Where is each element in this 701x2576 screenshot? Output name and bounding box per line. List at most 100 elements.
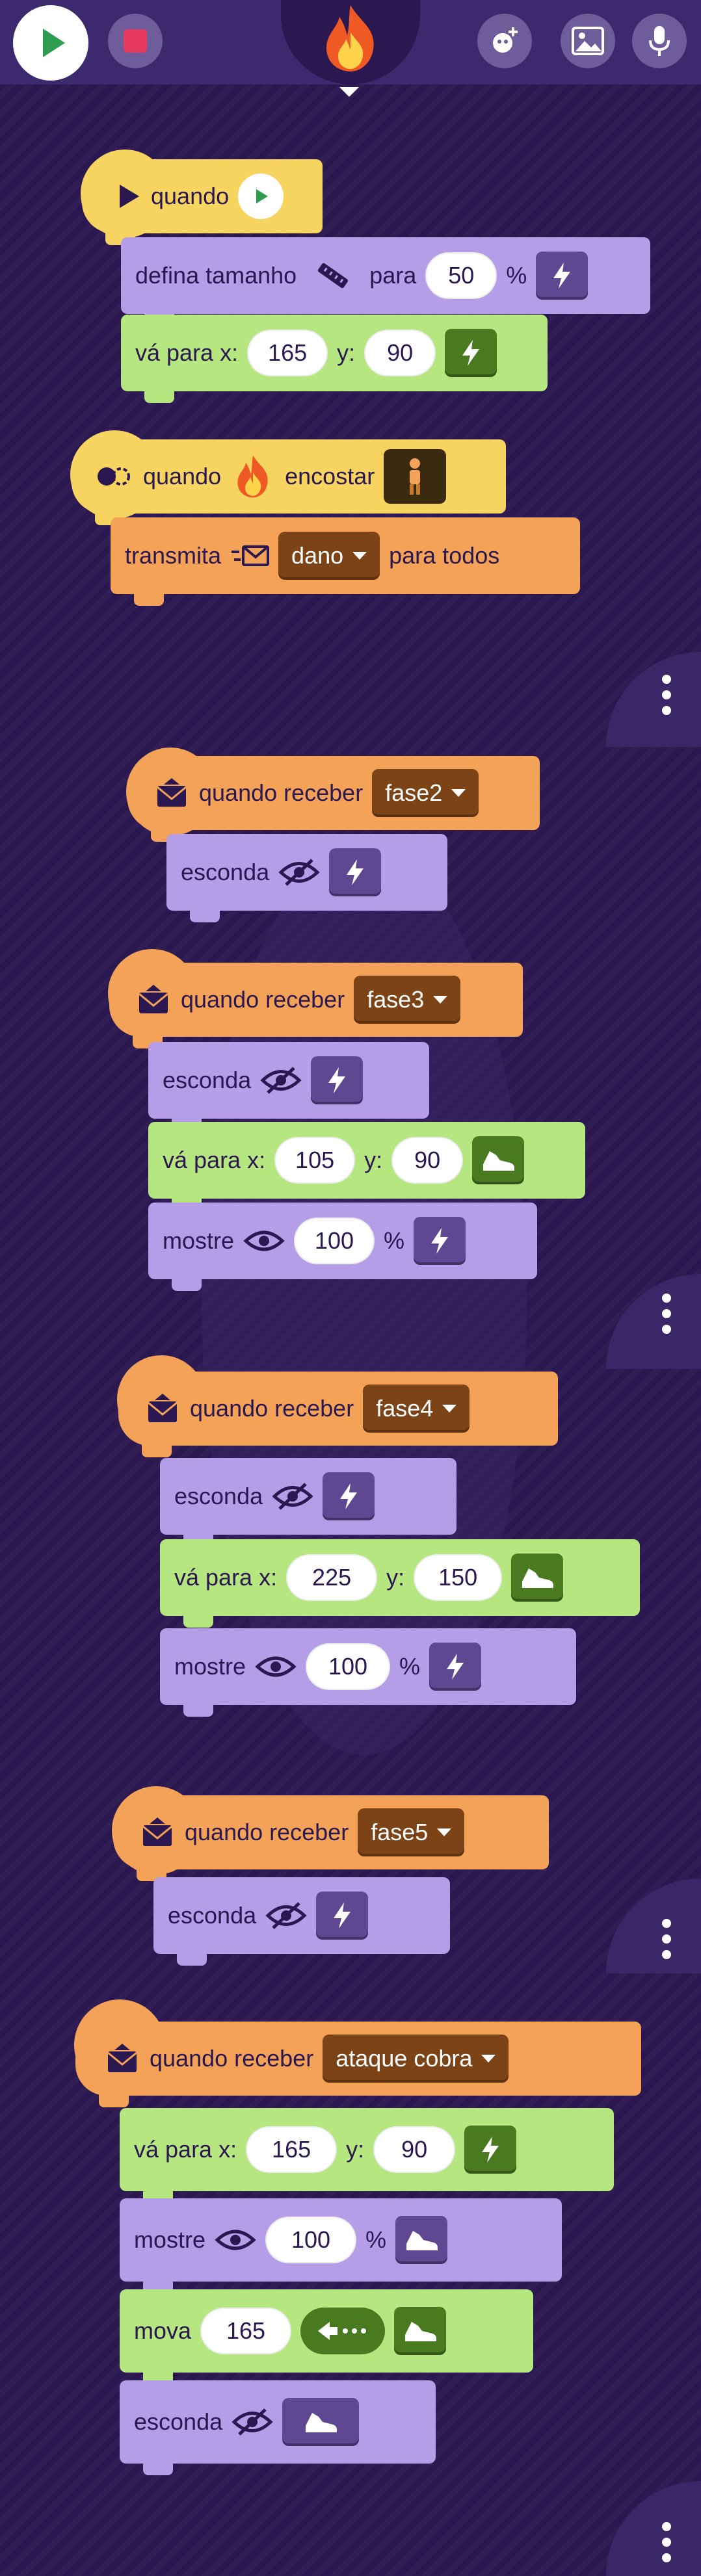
direction-button[interactable]	[300, 2308, 386, 2354]
slow-speed-button[interactable]	[394, 2307, 447, 2355]
go-to-label: vá para x:	[174, 1564, 278, 1591]
y-value-input[interactable]: 90	[391, 1137, 464, 1184]
hide-block[interactable]: esconda	[148, 1042, 429, 1130]
more-icon[interactable]	[662, 1919, 671, 1959]
when-touching-hat-block[interactable]: quando encostar	[72, 439, 506, 525]
chevron-down-icon[interactable]	[339, 87, 359, 97]
chevron-down-icon	[442, 1405, 457, 1412]
move-label: mova	[134, 2317, 192, 2344]
message-dropdown[interactable]: fase5	[358, 1808, 465, 1856]
hat-label: quando receber	[190, 1395, 354, 1422]
broadcast-suffix: para todos	[389, 542, 500, 569]
instant-speed-button[interactable]	[464, 2126, 517, 2174]
show-block[interactable]: mostre 100 %	[160, 1628, 576, 1717]
when-receive-hat-block[interactable]: quando receber fase5	[113, 1795, 549, 1881]
go-to-label: vá para x:	[134, 2136, 237, 2163]
more-icon[interactable]	[662, 2522, 671, 2562]
message-value: fase4	[376, 1395, 434, 1422]
slow-speed-button[interactable]	[472, 1136, 525, 1184]
lightning-icon	[328, 1067, 346, 1093]
go-to-xy-block[interactable]: vá para x: 165 y: 90	[121, 315, 548, 403]
percent-label: %	[384, 1227, 405, 1254]
instant-speed-button[interactable]	[429, 1643, 482, 1691]
add-character-button[interactable]	[477, 14, 532, 68]
script-menu-tab[interactable]	[606, 2481, 701, 2576]
chevron-down-icon	[433, 996, 448, 1004]
message-dropdown[interactable]: fase4	[363, 1385, 470, 1433]
instant-speed-button[interactable]	[536, 252, 589, 300]
y-value-input[interactable]: 90	[373, 2126, 456, 2173]
instant-speed-button[interactable]	[316, 1892, 369, 1940]
stop-button[interactable]	[108, 14, 163, 68]
instant-speed-button[interactable]	[414, 1217, 466, 1265]
slow-speed-button[interactable]	[395, 2216, 448, 2264]
play-button[interactable]	[13, 5, 88, 81]
when-receive-hat-block[interactable]: quando receber fase2	[127, 756, 540, 842]
script-menu-tab[interactable]	[606, 1879, 701, 1973]
go-to-xy-block[interactable]: vá para x: 225 y: 150	[160, 1539, 640, 1628]
sound-button[interactable]	[632, 14, 687, 68]
message-dropdown[interactable]: ataque cobra	[323, 2035, 509, 2083]
show-block[interactable]: mostre 100 %	[120, 2198, 562, 2293]
ghost-value-input[interactable]: 100	[294, 1217, 375, 1264]
message-dropdown[interactable]: fase2	[372, 769, 479, 817]
size-value-input[interactable]: 50	[425, 252, 497, 299]
play-icon	[120, 185, 139, 208]
hat-label: quando receber	[150, 2045, 314, 2072]
top-toolbar	[0, 0, 701, 85]
go-to-xy-block[interactable]: vá para x: 105 y: 90	[148, 1122, 585, 1210]
when-flag-hat-block[interactable]: quando	[82, 159, 323, 245]
green-flag-icon	[238, 174, 284, 219]
envelope-icon	[139, 985, 168, 1013]
steps-value-input[interactable]: 165	[200, 2308, 292, 2354]
sprite-selector[interactable]	[384, 449, 447, 504]
more-icon[interactable]	[662, 675, 671, 715]
more-icon[interactable]	[662, 1294, 671, 1334]
sneaker-icon	[522, 1568, 554, 1588]
set-size-block[interactable]: defina tamanho para 50 %	[121, 237, 650, 326]
x-value-input[interactable]: 165	[247, 330, 328, 376]
script-menu-tab[interactable]	[606, 1274, 701, 1369]
ghost-value-input[interactable]: 100	[306, 1643, 391, 1690]
script-menu-tab[interactable]	[606, 652, 701, 747]
message-dropdown[interactable]: dano	[278, 532, 380, 580]
eye-icon	[215, 2230, 256, 2250]
chevron-down-icon	[451, 789, 466, 797]
instant-speed-button[interactable]	[323, 1472, 375, 1520]
ghost-value-input[interactable]: 100	[265, 2217, 357, 2263]
show-block[interactable]: mostre 100 %	[148, 1203, 537, 1291]
message-value: fase3	[367, 986, 425, 1013]
sneaker-icon	[406, 2231, 438, 2250]
x-value-input[interactable]: 105	[274, 1137, 356, 1184]
y-value-input[interactable]: 90	[364, 330, 436, 376]
when-receive-hat-block[interactable]: quando receber ataque cobra	[75, 2022, 641, 2107]
instant-speed-button[interactable]	[445, 329, 497, 377]
broadcast-block[interactable]: transmita dano para todos	[111, 517, 580, 606]
stage-selector[interactable]	[281, 0, 420, 85]
lightning-icon	[447, 1654, 464, 1680]
hide-block[interactable]: esconda	[160, 1458, 456, 1546]
when-receive-hat-block[interactable]: quando receber fase3	[109, 963, 523, 1048]
envelope-icon	[107, 2044, 137, 2072]
character-icon	[410, 458, 421, 495]
x-value-input[interactable]: 225	[286, 1554, 378, 1601]
hide-block[interactable]: esconda	[153, 1877, 450, 1966]
sneaker-icon	[306, 2413, 337, 2432]
play-icon	[43, 29, 65, 57]
move-block[interactable]: mova 165	[120, 2289, 533, 2384]
lightning-icon	[431, 1228, 449, 1254]
envelope-icon	[148, 1394, 178, 1422]
when-receive-hat-block[interactable]: quando receber fase4	[118, 1372, 558, 1457]
hide-block[interactable]: esconda	[166, 834, 447, 922]
instant-speed-button[interactable]	[311, 1056, 364, 1104]
hide-block[interactable]: esconda	[120, 2380, 436, 2475]
slow-speed-button[interactable]	[511, 1554, 564, 1602]
y-value-input[interactable]: 150	[414, 1554, 503, 1601]
background-button[interactable]	[561, 14, 615, 68]
go-to-xy-block[interactable]: vá para x: 165 y: 90	[120, 2108, 614, 2203]
x-value-input[interactable]: 165	[246, 2126, 337, 2173]
message-dropdown[interactable]: fase3	[354, 976, 461, 1024]
slow-speed-button[interactable]	[282, 2398, 360, 2446]
message-value: dano	[291, 542, 344, 569]
instant-speed-button[interactable]	[329, 848, 382, 896]
